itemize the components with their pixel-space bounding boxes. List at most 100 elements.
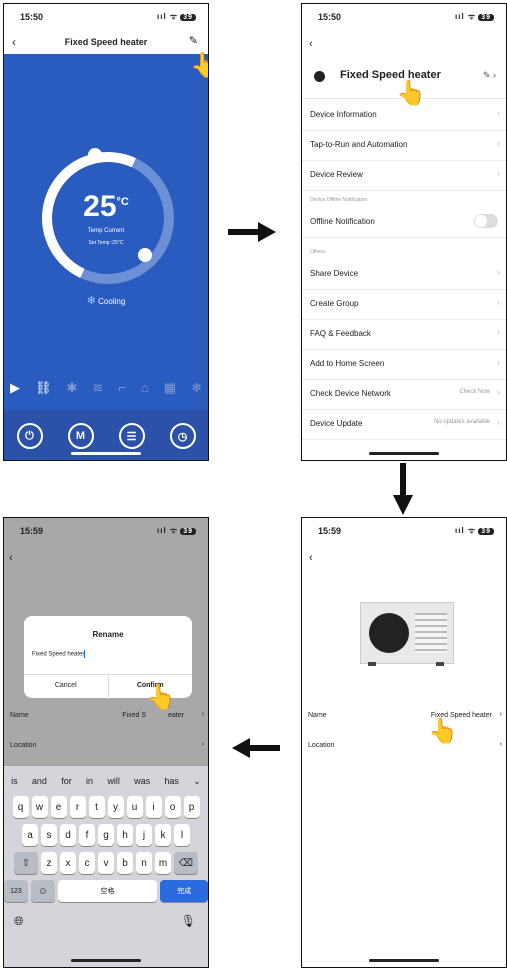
key[interactable]: o (164, 796, 181, 818)
mode-button[interactable]: M (67, 423, 94, 449)
signal-icon: ııl ᯤ 39 (455, 525, 494, 536)
row-check-network[interactable]: Check Device Network Check Now › (302, 379, 506, 410)
row-label: Create Group (310, 299, 359, 308)
chevron-right-icon: › (497, 417, 500, 427)
suggestion[interactable]: is (11, 776, 18, 786)
globe-icon[interactable]: 🌐︎ (14, 914, 24, 929)
power-button[interactable]: ⏻ (16, 423, 43, 449)
chevron-down-icon[interactable]: ⌄ (193, 776, 201, 787)
suggestion[interactable]: was (134, 776, 150, 786)
status-bar: 15:50 ııl ᯤ 39 (4, 4, 208, 26)
location-label: Location (308, 742, 335, 749)
key-row-2: a s d f g h j k l (4, 824, 208, 846)
key[interactable]: i (145, 796, 162, 818)
row-name[interactable]: Name Fixed Speed heater › (302, 704, 506, 734)
suggestion[interactable]: has (164, 776, 179, 786)
key[interactable]: b (117, 852, 133, 874)
key[interactable]: y (107, 796, 124, 818)
shift-icon[interactable]: ⇧ (14, 852, 38, 874)
microphone-icon[interactable]: 🎙︎ (181, 914, 196, 928)
key[interactable]: c (79, 852, 95, 874)
key[interactable]: u (126, 796, 143, 818)
row-location[interactable]: Location › (302, 734, 506, 764)
cool-icon[interactable]: ✱ (67, 380, 78, 396)
keyboard: is and for in will was has ⌄ q w e r t y… (4, 766, 208, 967)
row-create-group[interactable]: Create Group › (302, 289, 506, 320)
key[interactable]: v (98, 852, 114, 874)
row-faq[interactable]: FAQ & Feedback › (302, 319, 506, 350)
key[interactable]: e (50, 796, 67, 818)
key[interactable]: f (79, 824, 95, 846)
done-key[interactable]: 完成 (160, 880, 208, 902)
key-row-4: 123 ☺ 空格 完成 (4, 880, 208, 902)
suggestion[interactable]: in (86, 776, 93, 786)
space-key[interactable]: 空格 (57, 880, 158, 902)
device-icon (314, 71, 325, 82)
play-icon[interactable]: ▶ (10, 380, 20, 396)
key[interactable]: d (60, 824, 76, 846)
key[interactable]: a (22, 824, 38, 846)
row-label: Device Update (310, 419, 363, 428)
row-tap-to-run[interactable]: Tap-to-Run and Automation › (302, 130, 506, 161)
back-icon[interactable]: ‹ (309, 552, 313, 564)
row-device-review[interactable]: Device Review › (302, 160, 506, 191)
key[interactable]: s (41, 824, 57, 846)
name-label: Name (308, 712, 327, 719)
key[interactable]: h (117, 824, 133, 846)
timer-button[interactable]: ◷ (169, 423, 196, 449)
key[interactable]: p (183, 796, 200, 818)
key[interactable]: z (41, 852, 57, 874)
back-icon[interactable]: ‹ (309, 38, 313, 50)
screen-main-control: 15:50 ııl ᯤ39 ‹ Fixed Speed heater ✎ 👆 2… (3, 3, 209, 461)
suggestion[interactable]: will (107, 776, 120, 786)
row-location[interactable]: Location › (4, 734, 208, 764)
key[interactable]: r (69, 796, 86, 818)
row-device-update[interactable]: Device Update No updates available › (302, 409, 506, 440)
snowflake-icon: ❄ (86, 295, 96, 307)
edit-icon[interactable]: ✎ › (483, 70, 496, 81)
key[interactable]: g (98, 824, 114, 846)
key[interactable]: m (155, 852, 171, 874)
home-icon[interactable]: ⌂ (141, 380, 149, 396)
defrost-icon[interactable]: ❄ (191, 380, 202, 396)
home-indicator (369, 452, 439, 455)
row-device-information[interactable]: Device Information › (302, 100, 506, 131)
edit-icon[interactable]: ✎ (189, 34, 198, 47)
menu-button[interactable]: ☰ (118, 423, 145, 449)
location-label: Location (10, 742, 37, 749)
key[interactable]: x (60, 852, 76, 874)
heat-icon[interactable]: ≋ (92, 380, 103, 396)
name-label: Name (10, 712, 29, 719)
grid-icon[interactable]: ▦ (164, 380, 176, 396)
offline-toggle[interactable] (474, 214, 498, 228)
key[interactable]: k (155, 824, 171, 846)
key[interactable]: w (31, 796, 48, 818)
row-label: Share Device (310, 269, 359, 278)
chevron-right-icon: › (497, 327, 500, 337)
backspace-icon[interactable]: ⌫ (174, 852, 198, 874)
suggestion[interactable]: and (32, 776, 47, 786)
key[interactable]: t (88, 796, 105, 818)
key[interactable]: n (136, 852, 152, 874)
shower-icon[interactable]: ⌐ (118, 380, 126, 396)
chevron-right-icon: › (497, 357, 500, 367)
key[interactable]: l (174, 824, 190, 846)
key[interactable]: q (12, 796, 29, 818)
mode-label: Cooling (98, 297, 126, 306)
suggestion[interactable]: for (61, 776, 72, 786)
emoji-icon[interactable]: ☺ (30, 880, 55, 902)
back-icon[interactable]: ‹ (9, 552, 13, 564)
status-time: 15:50 (318, 12, 342, 22)
cancel-button[interactable]: Cancel (24, 675, 109, 699)
rename-input[interactable]: Fixed Speed heater (32, 650, 85, 658)
fan-icon (369, 613, 409, 653)
screen-device-info: 15:59 ııl ᯤ 39 ‹ Name Fixed Speed heater … (301, 517, 507, 968)
row-share-device[interactable]: Share Device › (302, 259, 506, 290)
row-name[interactable]: Name Fixed S eater › (4, 704, 208, 734)
numbers-key[interactable]: 123 (4, 880, 28, 902)
key[interactable]: j (136, 824, 152, 846)
dial-knob-set[interactable] (138, 248, 152, 262)
signal-icon: ııl ᯤ 39 (157, 11, 196, 22)
fan-icon[interactable]: ⛓ (35, 380, 52, 396)
row-add-home-screen[interactable]: Add to Home Screen › (302, 349, 506, 380)
